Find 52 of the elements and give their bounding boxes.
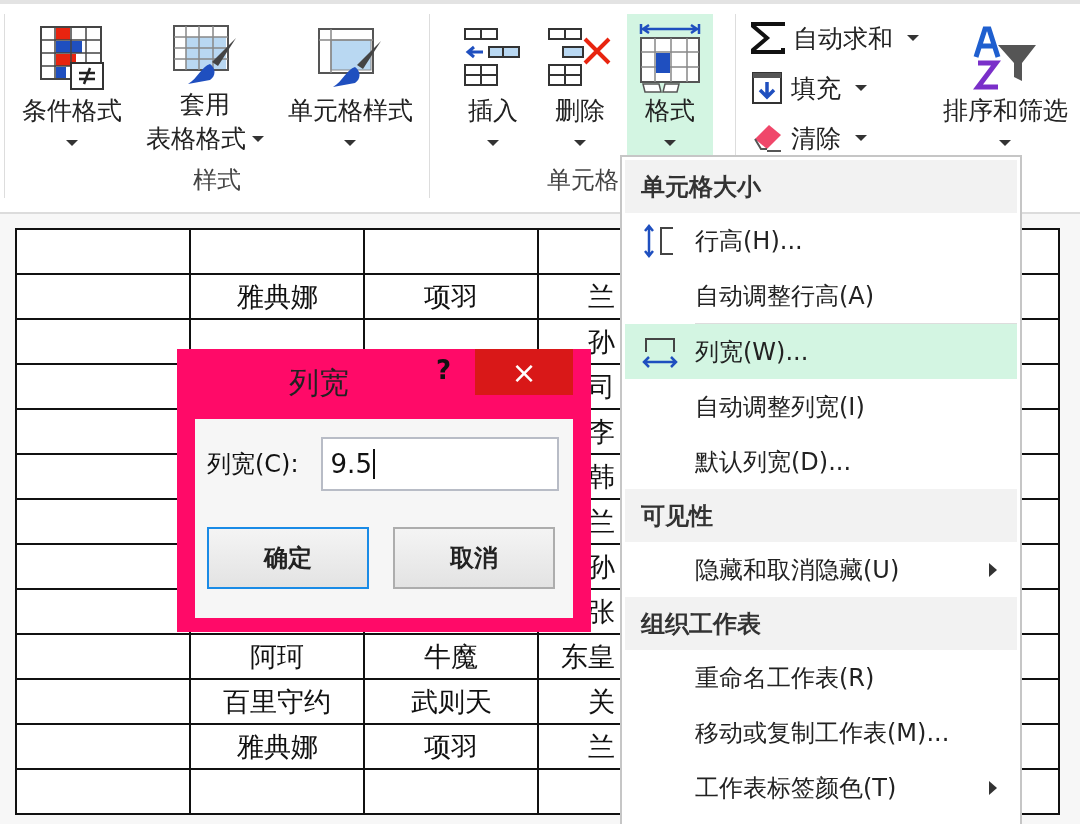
- input-field[interactable]: 9.5: [320, 437, 559, 491]
- table-cell: 雅典娜: [236, 730, 318, 762]
- table-cell: 兰: [588, 280, 615, 312]
- table-cell: 孙: [588, 325, 615, 357]
- menu-item[interactable]: 列宽(W)...: [625, 324, 1017, 379]
- table-cell: 武则天: [410, 685, 492, 717]
- ribbon-button[interactable]: 格式: [626, 14, 713, 158]
- dialog-button[interactable]: 取消: [393, 527, 555, 589]
- ribbon-button[interactable]: 套用 表格格式: [135, 14, 274, 158]
- table-cell: 司: [588, 370, 615, 402]
- dialog-title: 列宽: [289, 364, 349, 402]
- table-cell: 李: [588, 415, 615, 447]
- table-cell: 项羽: [424, 280, 478, 312]
- table-cell: 雅典娜: [236, 280, 318, 312]
- table-cell: 孙: [588, 550, 615, 582]
- ribbon-button[interactable]: 插入: [452, 14, 533, 158]
- group-label: 样式: [193, 165, 241, 196]
- menu-item[interactable]: 重命名工作表(R): [625, 650, 1017, 705]
- table-cell: 牛魔: [424, 640, 478, 672]
- table-cell: 百里守约: [223, 685, 331, 717]
- table-cell: 东皇: [561, 640, 615, 672]
- ribbon-button[interactable]: 填充: [744, 64, 925, 112]
- menu-item[interactable]: 自动调整列宽(I): [625, 379, 1017, 434]
- menu-item[interactable]: 移动或复制工作表(M)...: [625, 705, 1017, 760]
- group-label: 单元格: [546, 165, 619, 196]
- dialog-button[interactable]: 确定: [207, 527, 369, 589]
- column-width-icon: [642, 335, 678, 368]
- field-label: 列宽(C):: [207, 449, 299, 480]
- table-cell: 韩: [588, 460, 615, 492]
- menu-header: 单元格大小: [625, 160, 1017, 213]
- ribbon-button[interactable]: 删除: [536, 14, 623, 158]
- fill-down-icon: [750, 71, 783, 105]
- sigma-icon: [750, 22, 785, 54]
- table-cell: 项羽: [424, 730, 478, 762]
- table-cell: 兰: [588, 730, 615, 762]
- menu-item[interactable]: 隐藏和取消隐藏(U): [625, 542, 1017, 597]
- table-cell: 兰: [588, 505, 615, 537]
- ribbon-button[interactable]: 条件格式: [11, 14, 132, 158]
- menu-item[interactable]: 工作表标签颜色(T): [625, 760, 1017, 815]
- close-button[interactable]: ×: [475, 349, 573, 395]
- ribbon-button[interactable]: 自动求和: [744, 14, 925, 62]
- menu-item[interactable]: 自动调整行高(A): [625, 268, 1017, 323]
- sort-filter-icon: [972, 25, 1038, 91]
- table-cell: 阿珂: [250, 640, 304, 672]
- help-button[interactable]: ?: [430, 355, 458, 385]
- menu-item[interactable]: 行高(H)...: [625, 213, 1017, 268]
- menu-header: 可见性: [625, 489, 1017, 542]
- table-cell: 关: [588, 685, 615, 717]
- menu-item[interactable]: 默认列宽(D)...: [625, 434, 1017, 489]
- conditional-format-icon: [38, 25, 105, 91]
- menu-header: 组织工作表: [625, 597, 1017, 650]
- ribbon-button[interactable]: 单元格样式: [277, 14, 423, 158]
